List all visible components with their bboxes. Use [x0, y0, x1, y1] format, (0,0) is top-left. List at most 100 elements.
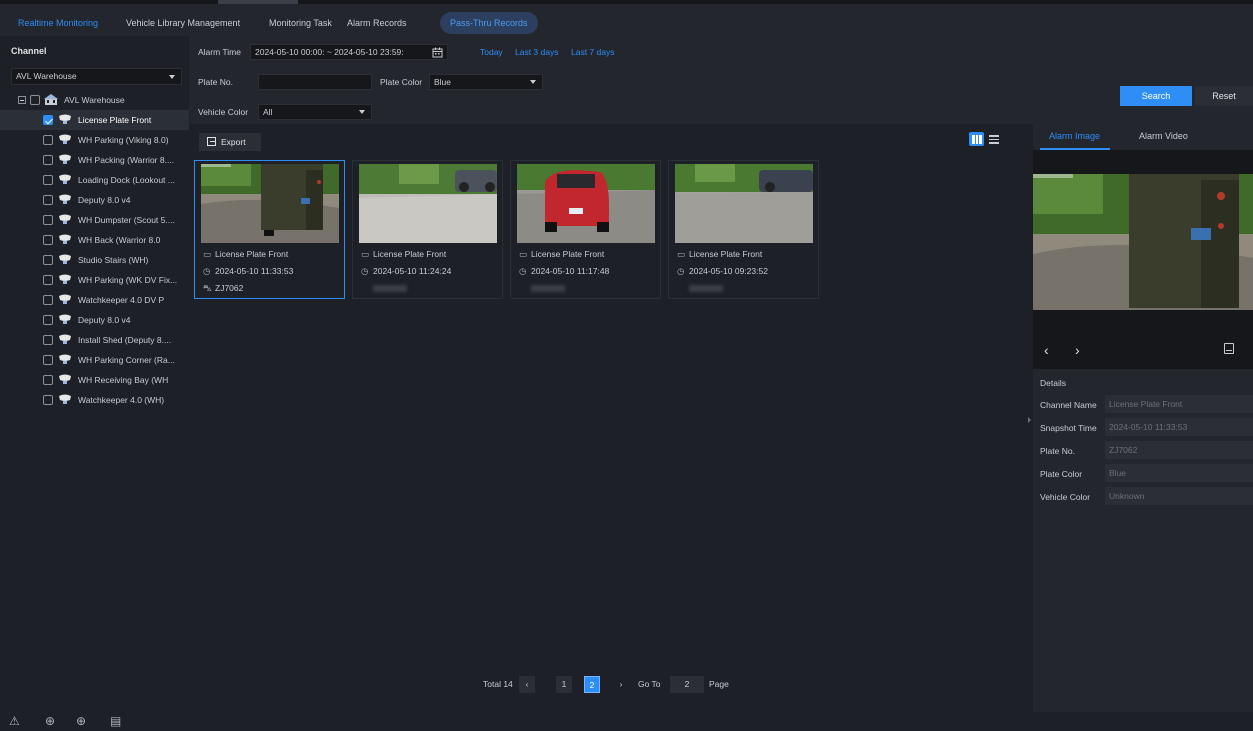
grid-view-toggle[interactable] [969, 132, 984, 146]
channel-checkbox[interactable] [43, 335, 53, 345]
clipboard-icon[interactable]: ▤ [110, 714, 121, 728]
camera-icon: ▭ [203, 249, 212, 259]
camera-icon [59, 394, 71, 404]
panel-collapse-handle[interactable] [1026, 124, 1033, 712]
channel-checkbox[interactable] [43, 155, 53, 165]
tab-realtime-monitoring[interactable]: Realtime Monitoring [8, 12, 108, 34]
channel-checkbox[interactable] [43, 395, 53, 405]
channel-sidebar: Channel AVL Warehouse AVL Warehouse Licen… [0, 36, 189, 712]
download-icon[interactable]: ⊕ [76, 714, 86, 728]
group-select[interactable]: AVL Warehouse [11, 68, 182, 85]
channel-checkbox[interactable] [43, 255, 53, 265]
channel-checkbox[interactable] [43, 115, 53, 125]
next-page-button[interactable]: › [613, 676, 629, 693]
channel-checkbox[interactable] [43, 175, 53, 185]
channel-item[interactable]: Loading Dock (Lookout ... [0, 170, 189, 190]
detail-label-channel-name: Channel Name [1040, 400, 1097, 410]
prev-page-button[interactable]: ‹ [519, 676, 535, 693]
page-button-2[interactable]: 2 [584, 676, 600, 693]
channel-item[interactable]: WH Parking Corner (Ra... [0, 350, 189, 370]
channel-item[interactable]: Deputy 8.0 v4 [0, 310, 189, 330]
channel-item[interactable]: Install Shed (Deputy 8.... [0, 330, 189, 350]
snapshot-thumbnail[interactable] [675, 164, 813, 243]
plate-color-select[interactable]: Blue [429, 74, 543, 90]
list-view-toggle[interactable] [989, 133, 1001, 145]
detail-label-plate-color: Plate Color [1040, 469, 1083, 479]
calendar-icon[interactable] [432, 47, 443, 58]
channel-checkbox[interactable] [43, 355, 53, 365]
quick-today-link[interactable]: Today [480, 47, 503, 57]
save-icon[interactable] [1224, 343, 1234, 354]
root-checkbox[interactable] [30, 95, 40, 105]
chevron-down-icon [359, 110, 365, 114]
snapshot-thumbnail[interactable] [517, 164, 655, 243]
next-image-button[interactable]: › [1075, 342, 1080, 358]
alarm-time-range-input[interactable]: 2024-05-10 00:00: ~ 2024-05-10 23:59: [250, 44, 448, 60]
channel-item[interactable]: WH Back (Warrior 8.0 [0, 230, 189, 250]
snapshot-thumbnail[interactable] [201, 164, 339, 243]
previous-image-button[interactable]: ‹ [1044, 342, 1049, 358]
tab-monitoring-task[interactable]: Monitoring Task [259, 12, 342, 34]
detail-tabs: Alarm Image Alarm Video [1033, 124, 1253, 150]
alarm-image-preview[interactable] [1033, 174, 1253, 310]
warning-icon[interactable]: ⚠ [9, 714, 20, 728]
plate-color-value: Blue [434, 77, 452, 87]
channel-checkbox[interactable] [43, 135, 53, 145]
reset-button[interactable]: Reset [1195, 86, 1253, 106]
export-button[interactable]: Export [199, 133, 261, 151]
plate-no-input[interactable] [258, 74, 372, 90]
quick-last-3-days-link[interactable]: Last 3 days [515, 47, 558, 57]
record-plate [519, 283, 565, 293]
record-time-text: 2024-05-10 11:24:24 [373, 266, 452, 276]
channel-checkbox[interactable] [43, 215, 53, 225]
camera-icon [59, 294, 71, 304]
channel-item[interactable]: Deputy 8.0 v4 [0, 190, 189, 210]
tab-alarm-video[interactable]: Alarm Video [1139, 131, 1188, 141]
record-card[interactable]: ▭ License Plate Front ◷ 2024-05-10 11:33:5… [194, 160, 345, 299]
camera-icon [59, 114, 71, 124]
page-button-1[interactable]: 1 [556, 676, 572, 693]
upload-icon[interactable]: ⊕ [45, 714, 55, 728]
channel-label: Watchkeeper 4.0 DV P [78, 295, 165, 305]
chevron-right-icon [1028, 417, 1031, 423]
record-card[interactable]: ▭ License Plate Front ◷ 2024-05-10 09:23:5… [668, 160, 819, 299]
detail-value-snapshot-time: 2024-05-10 11:33:53 [1105, 418, 1253, 436]
plate-color-label: Plate Color [380, 77, 423, 87]
record-channel: ▭ License Plate Front [203, 249, 288, 260]
vehicle-color-select[interactable]: All [258, 104, 372, 120]
record-time-text: 2024-05-10 09:23:52 [689, 266, 768, 276]
channel-item[interactable]: Watchkeeper 4.0 (WH) [0, 390, 189, 410]
tab-vehicle-library-management[interactable]: Vehicle Library Management [116, 12, 250, 34]
channel-checkbox[interactable] [43, 275, 53, 285]
channel-item[interactable]: WH Parking (WK DV Fix... [0, 270, 189, 290]
channel-item[interactable]: License Plate Front [0, 110, 189, 130]
tab-alarm-image[interactable]: Alarm Image [1049, 131, 1100, 141]
channel-checkbox[interactable] [43, 295, 53, 305]
snapshot-thumbnail[interactable] [359, 164, 497, 243]
channel-item[interactable]: WH Parking (Viking 8.0) [0, 130, 189, 150]
record-card[interactable]: ▭ License Plate Front ◷ 2024-05-10 11:17:4… [510, 160, 661, 299]
channel-label: Install Shed (Deputy 8.... [78, 335, 172, 345]
record-card[interactable]: ▭ License Plate Front ◷ 2024-05-10 11:24:2… [352, 160, 503, 299]
channel-checkbox[interactable] [43, 375, 53, 385]
channel-checkbox[interactable] [43, 195, 53, 205]
quick-last-7-days-link[interactable]: Last 7 days [571, 47, 614, 57]
collapse-icon[interactable] [18, 96, 26, 104]
channel-item[interactable]: Watchkeeper 4.0 DV P [0, 290, 189, 310]
channel-label: Watchkeeper 4.0 (WH) [78, 395, 165, 405]
channel-item[interactable]: Studio Stairs (WH) [0, 250, 189, 270]
tab-pass-thru-records[interactable]: Pass-Thru Records [440, 12, 538, 34]
record-plate [361, 283, 407, 293]
plate-redacted [373, 285, 407, 293]
alarm-time-label: Alarm Time [198, 47, 241, 57]
search-button[interactable]: Search [1120, 86, 1192, 106]
channel-checkbox[interactable] [43, 235, 53, 245]
channel-checkbox[interactable] [43, 315, 53, 325]
channel-item[interactable]: WH Receiving Bay (WH [0, 370, 189, 390]
goto-page-input[interactable]: 2 [670, 676, 704, 693]
channel-label: WH Back (Warrior 8.0 [78, 235, 161, 245]
tree-root-node[interactable]: AVL Warehouse [0, 90, 189, 110]
channel-item[interactable]: WH Dumpster (Scout 5.... [0, 210, 189, 230]
tab-alarm-records[interactable]: Alarm Records [337, 12, 417, 34]
channel-item[interactable]: WH Packing (Warrior 8.... [0, 150, 189, 170]
